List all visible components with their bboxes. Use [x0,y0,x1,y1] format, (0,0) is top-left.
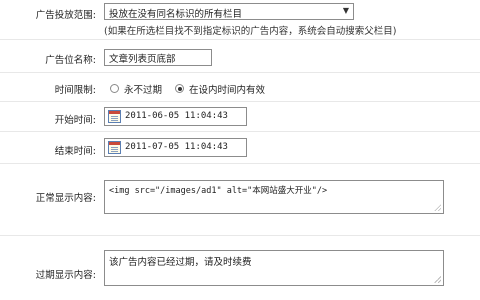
position-name-input[interactable] [104,49,212,66]
never-expire-radio[interactable] [110,84,119,93]
start-time-row: 开始时间: 2011-06-05 11:04:43 [0,102,480,132]
expired-content-textarea[interactable]: 该广告内容已经过期，请及时续费 [104,250,444,286]
time-limit-label: 时间限制: [54,85,96,96]
scope-selected-value: 投放在没有同名标识的所有栏目 [109,9,243,20]
position-name-row: 广告位名称: [0,40,480,73]
scope-select[interactable]: 投放在没有同名标识的所有栏目 ▼ [104,3,354,20]
start-time-input[interactable]: 2011-06-05 11:04:43 [104,107,247,126]
expired-content-value: 该广告内容已经过期，请及时续费 [109,257,252,268]
calendar-icon[interactable] [108,141,121,154]
valid-in-period-label[interactable]: 在设内时间内有效 [189,82,265,96]
normal-content-label: 正常显示内容: [35,193,96,204]
expired-content-row: 过期显示内容: 该广告内容已经过期，请及时续费 [0,236,480,300]
scope-hint: (如果在所选栏目找不到指定标识的广告内容，系统会自动搜索父栏目) [104,26,397,37]
scope-label: 广告投放范围: [35,10,96,21]
end-time-row: 结束时间: 2011-07-05 11:04:43 [0,132,480,164]
normal-content-row: 正常显示内容: <img src="/images/ad1" alt="本网站盛… [0,164,480,236]
scope-row: 广告投放范围: 投放在没有同名标识的所有栏目 ▼ (如果在所选栏目找不到指定标识… [0,0,480,40]
end-time-value: 2011-07-05 11:04:43 [125,142,228,152]
normal-content-textarea[interactable]: <img src="/images/ad1" alt="本网站盛大开业"/> [104,180,444,214]
position-name-label: 广告位名称: [45,55,96,66]
end-time-label: 结束时间: [54,146,96,157]
start-time-value: 2011-06-05 11:04:43 [125,111,228,121]
expired-content-label: 过期显示内容: [35,270,96,281]
triangle-down-icon: ▼ [342,6,349,15]
ad-position-form: 广告投放范围: 投放在没有同名标识的所有栏目 ▼ (如果在所选栏目找不到指定标识… [0,0,480,300]
time-limit-row: 时间限制: 永不过期 在设内时间内有效 [0,73,480,102]
valid-in-period-radio[interactable] [175,84,184,93]
normal-content-value: <img src="/images/ad1" alt="本网站盛大开业"/> [109,186,328,196]
calendar-icon[interactable] [108,110,121,123]
start-time-label: 开始时间: [54,115,96,126]
end-time-input[interactable]: 2011-07-05 11:04:43 [104,138,247,157]
never-expire-label[interactable]: 永不过期 [124,82,162,96]
resize-grip-icon[interactable] [434,276,441,283]
resize-grip-icon[interactable] [434,204,441,211]
